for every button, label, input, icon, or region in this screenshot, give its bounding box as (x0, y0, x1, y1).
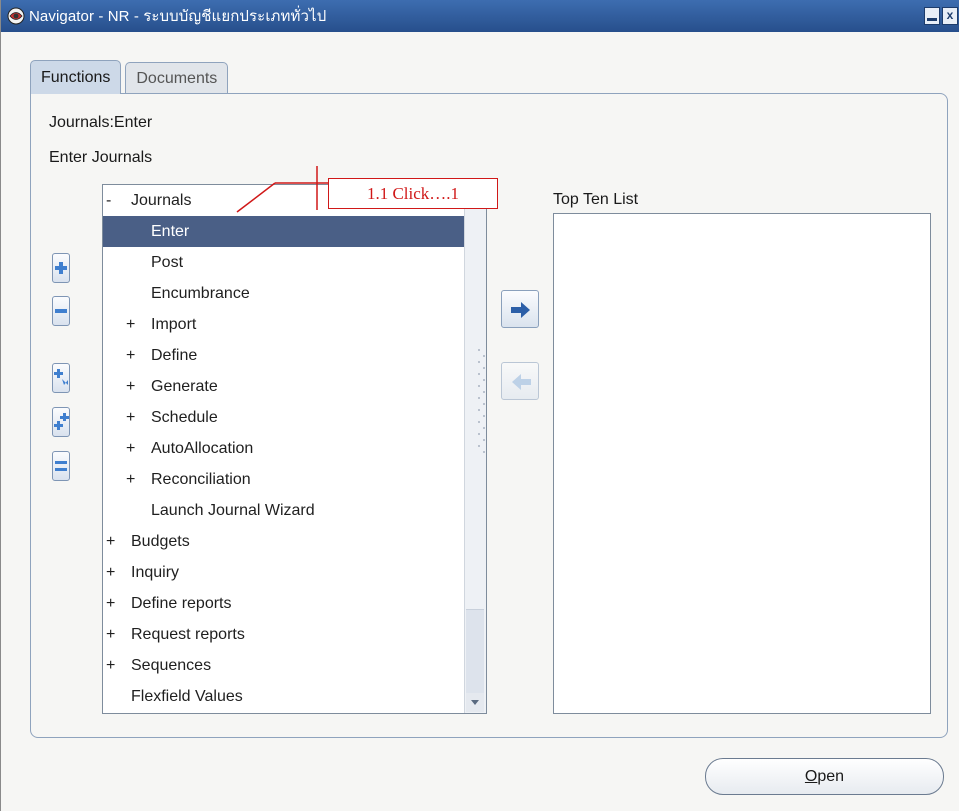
tree-expander[interactable]: + (106, 626, 131, 644)
tree-expander[interactable]: + (126, 378, 151, 396)
minimize-icon (927, 18, 937, 21)
tree-expander[interactable]: + (126, 440, 151, 458)
tree-item[interactable]: + Inquiry (103, 557, 465, 588)
tab-functions[interactable]: Functions (30, 60, 122, 94)
tree-item[interactable]: + Generate (103, 371, 465, 402)
tree-expander[interactable]: + (126, 471, 151, 489)
tree-item-label: Journals (131, 191, 192, 209)
tree-item-selected[interactable]: Enter (103, 216, 465, 247)
collapse-all-icon (55, 461, 67, 471)
tree-item-label: Define reports (131, 594, 232, 612)
tree-expander[interactable]: + (106, 533, 131, 551)
open-button-label: pen (817, 767, 845, 785)
callout-label: 1.1 Click….1 (328, 178, 498, 209)
tree-item-label: Schedule (151, 408, 218, 426)
tree-item-label: Encumbrance (151, 284, 250, 302)
tree-expander[interactable]: + (126, 316, 151, 334)
tree-item[interactable]: + Sequences (103, 650, 465, 681)
open-button[interactable]: Open (705, 758, 944, 795)
tree-item-label: Launch Journal Wizard (151, 501, 315, 519)
tree-item-label: Post (151, 253, 184, 271)
navigator-window: Navigator - NR - ระบบบัญชีแยกประเภททั่วไ… (0, 0, 959, 811)
expand-branch-button[interactable] (52, 363, 70, 393)
expand-branch-icon (54, 369, 68, 385)
tree-item[interactable]: Post (103, 247, 465, 278)
tree-item[interactable]: + AutoAllocation (103, 433, 465, 464)
tree-item-label: Sequences (131, 656, 212, 674)
tree-item-label: Import (151, 315, 197, 333)
minus-icon (55, 309, 67, 313)
tree-item[interactable]: + Schedule (103, 402, 465, 433)
expand-button[interactable] (52, 253, 70, 283)
tree-item-label: Flexfield Values (131, 687, 243, 705)
tree-item[interactable]: + Budgets (103, 526, 465, 557)
tree-item[interactable]: + Define (103, 340, 465, 371)
tree-item-label: Reconciliation (151, 470, 251, 488)
tab-strip: Functions Documents (30, 60, 229, 94)
tree-item-label: AutoAllocation (151, 439, 254, 457)
scrollbar-thumb[interactable] (466, 609, 484, 695)
function-tree[interactable]: - Journals Enter Post Encumbrance + Import + Def… (102, 184, 487, 714)
tree-expander[interactable]: - (106, 192, 131, 210)
tree-item[interactable]: Launch Journal Wizard (103, 495, 465, 526)
splitter-grip[interactable] (476, 346, 488, 456)
selected-path-label: Journals:Enter (49, 114, 153, 131)
tree-item[interactable]: Encumbrance (103, 278, 465, 309)
title-bar: Navigator - NR - ระบบบัญชีแยกประเภททั่วไ… (1, 0, 959, 32)
tree-item-label: Generate (151, 377, 218, 395)
tree-expander[interactable]: + (106, 657, 131, 675)
expand-all-icon (54, 413, 69, 430)
tree-item[interactable]: + Request reports (103, 619, 465, 650)
add-to-top-ten-button[interactable] (501, 290, 539, 328)
top-ten-list[interactable] (553, 213, 931, 714)
selected-description-label: Enter Journals (49, 149, 153, 166)
close-button[interactable]: x (942, 7, 958, 25)
tree-item[interactable]: + Import (103, 309, 465, 340)
tree-item-label: Enter (151, 222, 190, 240)
plus-icon (55, 262, 67, 274)
tree-expander[interactable]: + (126, 347, 151, 365)
tab-documents[interactable]: Documents (125, 62, 229, 94)
tree-item-label: Define (151, 346, 198, 364)
tree-item[interactable]: + Define reports (103, 588, 465, 619)
tree-item-label: Budgets (131, 532, 190, 550)
collapse-all-button[interactable] (52, 451, 70, 481)
tree-item-label: Inquiry (131, 563, 180, 581)
top-ten-label: Top Ten List (553, 191, 639, 208)
remove-from-top-ten-button[interactable] (501, 362, 539, 400)
open-button-accelerator: O (804, 767, 818, 785)
arrow-right-icon (511, 302, 530, 318)
tree-expander[interactable]: + (126, 409, 151, 427)
tree-expander[interactable]: + (106, 564, 131, 582)
arrow-left-icon (512, 374, 531, 390)
scroll-down-button[interactable] (466, 693, 484, 712)
tree-item[interactable]: Flexfield Values (103, 681, 465, 712)
tree-expander[interactable]: + (106, 595, 131, 613)
minimize-button[interactable] (924, 7, 940, 25)
chevron-down-icon (471, 700, 479, 705)
expand-all-button[interactable] (52, 407, 70, 437)
collapse-button[interactable] (52, 296, 70, 326)
tree-item-label: Request reports (131, 625, 245, 643)
tree-item[interactable]: + Reconciliation (103, 464, 465, 495)
window-title: Navigator - NR - ระบบบัญชีแยกประเภททั่วไ… (29, 8, 327, 25)
oracle-app-icon (7, 7, 25, 25)
